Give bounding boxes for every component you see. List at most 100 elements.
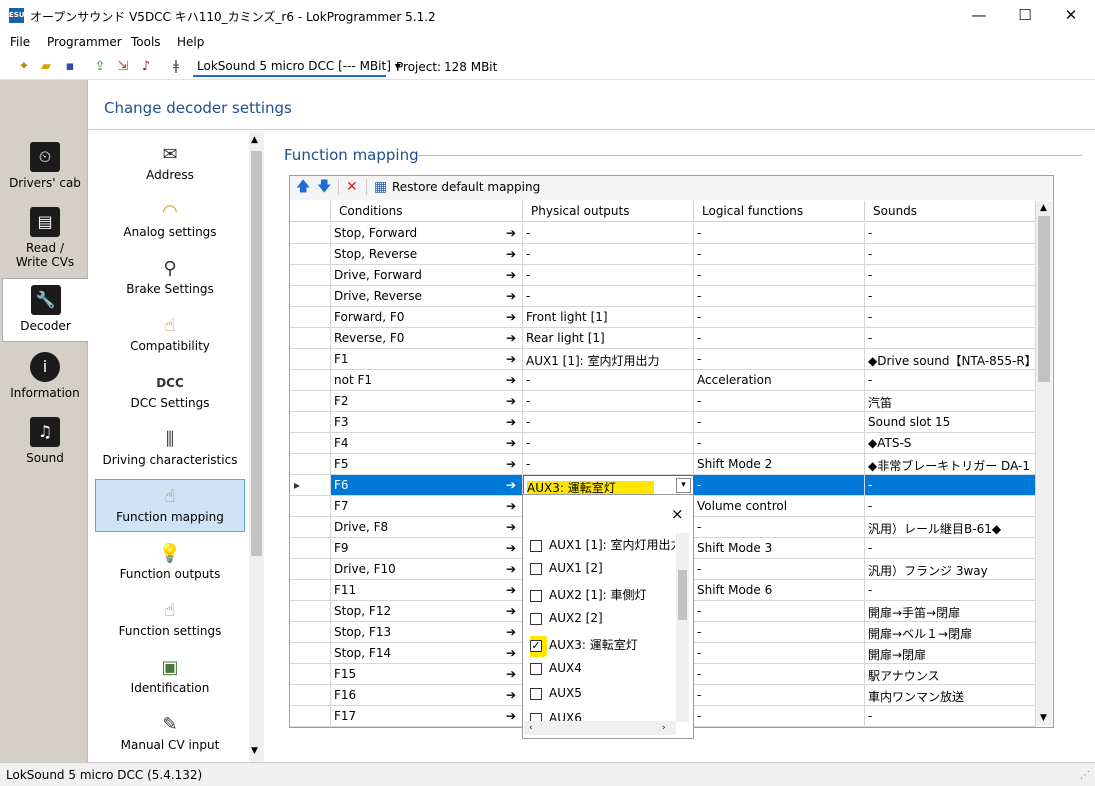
row-header[interactable] xyxy=(290,622,331,643)
cell-condition[interactable]: F1 ➔ xyxy=(331,349,523,370)
dropdown-option[interactable]: AUX4 xyxy=(530,661,675,683)
probe-icon[interactable]: ǂ xyxy=(168,59,184,75)
menu-tools[interactable]: Tools xyxy=(131,35,161,49)
cell-sound[interactable]: Sound slot 15 xyxy=(865,412,1036,433)
cell-sound[interactable]: - xyxy=(865,223,1036,244)
cell-logical-function[interactable]: - xyxy=(694,622,865,643)
category-manual-cv-input[interactable]: ✎ Manual CV input xyxy=(95,708,245,761)
header-sounds[interactable]: Sounds xyxy=(865,201,1036,222)
cell-physical-output[interactable]: AUX3: 運転室灯 ▾ xyxy=(523,475,694,496)
dropdown-option[interactable]: AUX1 [2] xyxy=(530,561,675,583)
row-header[interactable] xyxy=(290,349,331,370)
cell-physical-output[interactable]: - xyxy=(523,370,694,391)
row-header[interactable] xyxy=(290,433,331,454)
row-header[interactable] xyxy=(290,601,331,622)
row-header[interactable] xyxy=(290,706,331,727)
cell-condition[interactable]: Drive, Reverse ➔ xyxy=(331,286,523,307)
checkbox-checked-icon[interactable]: ✓ xyxy=(530,639,542,652)
row-header[interactable] xyxy=(290,223,331,244)
row-header[interactable] xyxy=(290,664,331,685)
dropdown-option[interactable]: AUX5 xyxy=(530,686,675,708)
row-header[interactable] xyxy=(290,538,331,559)
nav-sound[interactable]: ♫ Sound xyxy=(2,417,88,480)
cell-condition[interactable]: F4 ➔ xyxy=(331,433,523,454)
cell-sound[interactable]: ◆非常ブレーキトリガー DA-1 xyxy=(865,454,1036,475)
table-scroll-thumb[interactable] xyxy=(1038,216,1050,382)
cell-condition[interactable]: Stop, Forward ➔ xyxy=(331,223,523,244)
row-header[interactable] xyxy=(290,265,331,286)
restore-default-mapping-button[interactable]: Restore default mapping xyxy=(392,180,540,194)
cell-sound[interactable]: 駅アナウンス xyxy=(865,664,1036,685)
cell-condition[interactable]: Forward, F0 ➔ xyxy=(331,307,523,328)
dropdown-scroll-thumb[interactable] xyxy=(678,570,687,620)
cell-physical-output[interactable]: - xyxy=(523,412,694,433)
cell-sound[interactable]: - xyxy=(865,706,1036,727)
decoder-select[interactable]: LokSound 5 micro DCC [--- MBit] ▾ xyxy=(193,58,401,77)
cell-physical-output[interactable]: - xyxy=(523,391,694,412)
scroll-down-icon[interactable]: ▼ xyxy=(1040,713,1047,723)
category-compatibility[interactable]: ☝ Compatibility xyxy=(95,309,245,362)
category-brake-settings[interactable]: ⚲ Brake Settings xyxy=(95,252,245,305)
cell-condition[interactable]: F11 ➔ xyxy=(331,580,523,601)
cell-physical-output[interactable]: - xyxy=(523,265,694,286)
cell-sound[interactable]: 汽笛 xyxy=(865,391,1036,412)
cell-condition[interactable]: Drive, Forward ➔ xyxy=(331,265,523,286)
cell-logical-function[interactable]: - xyxy=(694,328,865,349)
row-header[interactable] xyxy=(290,643,331,664)
category-driving-characteristics[interactable]: ⫼ Driving characteristics xyxy=(95,423,245,476)
category-scroll-thumb[interactable] xyxy=(251,151,262,556)
cell-sound[interactable]: 車内ワンマン放送 xyxy=(865,685,1036,706)
cell-sound[interactable]: - xyxy=(865,538,1036,559)
row-header[interactable] xyxy=(290,286,331,307)
cell-condition[interactable]: F16 ➔ xyxy=(331,685,523,706)
cell-condition[interactable]: Reverse, F0 ➔ xyxy=(331,328,523,349)
checkbox-icon[interactable] xyxy=(530,687,542,700)
cell-logical-function[interactable]: Shift Mode 6 xyxy=(694,580,865,601)
table-icon[interactable]: ▦ xyxy=(374,180,387,194)
cell-physical-output[interactable]: - xyxy=(523,244,694,265)
row-header[interactable] xyxy=(290,391,331,412)
nav-drivers-cab[interactable]: ⏲ Drivers' cab xyxy=(2,142,88,205)
cell-sound[interactable]: - xyxy=(865,496,1036,517)
close-icon[interactable]: × xyxy=(671,505,684,523)
cell-logical-function[interactable]: - xyxy=(694,643,865,664)
cell-condition[interactable]: F15 ➔ xyxy=(331,664,523,685)
cell-sound[interactable]: - xyxy=(865,265,1036,286)
cell-sound[interactable]: - xyxy=(865,307,1036,328)
dropdown-h-scrollbar[interactable]: ‹ › xyxy=(524,721,676,735)
cell-sound[interactable]: - xyxy=(865,475,1036,496)
cell-logical-function[interactable]: - xyxy=(694,685,865,706)
row-header[interactable] xyxy=(290,685,331,706)
delete-icon[interactable]: ✕ xyxy=(346,180,358,194)
cell-physical-output[interactable]: - xyxy=(523,223,694,244)
category-dcc-settings[interactable]: DCC DCC Settings xyxy=(95,366,245,419)
cell-logical-function[interactable]: - xyxy=(694,559,865,580)
category-function-outputs[interactable]: 💡 Function outputs xyxy=(95,537,245,590)
cell-sound[interactable]: - xyxy=(865,580,1036,601)
cell-logical-function[interactable]: Volume control xyxy=(694,496,865,517)
cell-logical-function[interactable]: - xyxy=(694,601,865,622)
row-header[interactable] xyxy=(290,496,331,517)
cell-condition[interactable]: Drive, F8 ➔ xyxy=(331,517,523,538)
cell-physical-output[interactable]: AUX1 [1]: 室内灯用出力 xyxy=(523,349,694,370)
write-icon[interactable]: ⇲ xyxy=(115,59,131,75)
scroll-up-icon[interactable]: ▲ xyxy=(1040,203,1047,213)
cell-sound[interactable]: 開扉→手笛→閉扉 xyxy=(865,601,1036,622)
row-header[interactable] xyxy=(290,244,331,265)
category-function-settings[interactable]: ☝ Function settings xyxy=(95,594,245,647)
cell-physical-output[interactable]: - xyxy=(523,286,694,307)
scroll-up-icon[interactable]: ▲ xyxy=(251,135,258,145)
checkbox-icon[interactable] xyxy=(530,539,542,552)
cell-logical-function[interactable]: - xyxy=(694,517,865,538)
dropdown-option[interactable]: ✓ AUX3: 運転室灯 xyxy=(530,636,675,658)
cell-physical-output[interactable]: - xyxy=(523,433,694,454)
cell-sound[interactable]: ◆ATS-S xyxy=(865,433,1036,454)
row-header[interactable] xyxy=(290,517,331,538)
cell-sound[interactable]: 汎用）レール継目B-61◆ xyxy=(865,517,1036,538)
cell-physical-output[interactable]: - xyxy=(523,454,694,475)
cell-condition[interactable]: F5 ➔ xyxy=(331,454,523,475)
cell-logical-function[interactable]: Acceleration xyxy=(694,370,865,391)
dropdown-option[interactable]: AUX2 [2] xyxy=(530,611,675,633)
cell-logical-function[interactable]: - xyxy=(694,223,865,244)
header-physical-outputs[interactable]: Physical outputs xyxy=(523,201,694,222)
